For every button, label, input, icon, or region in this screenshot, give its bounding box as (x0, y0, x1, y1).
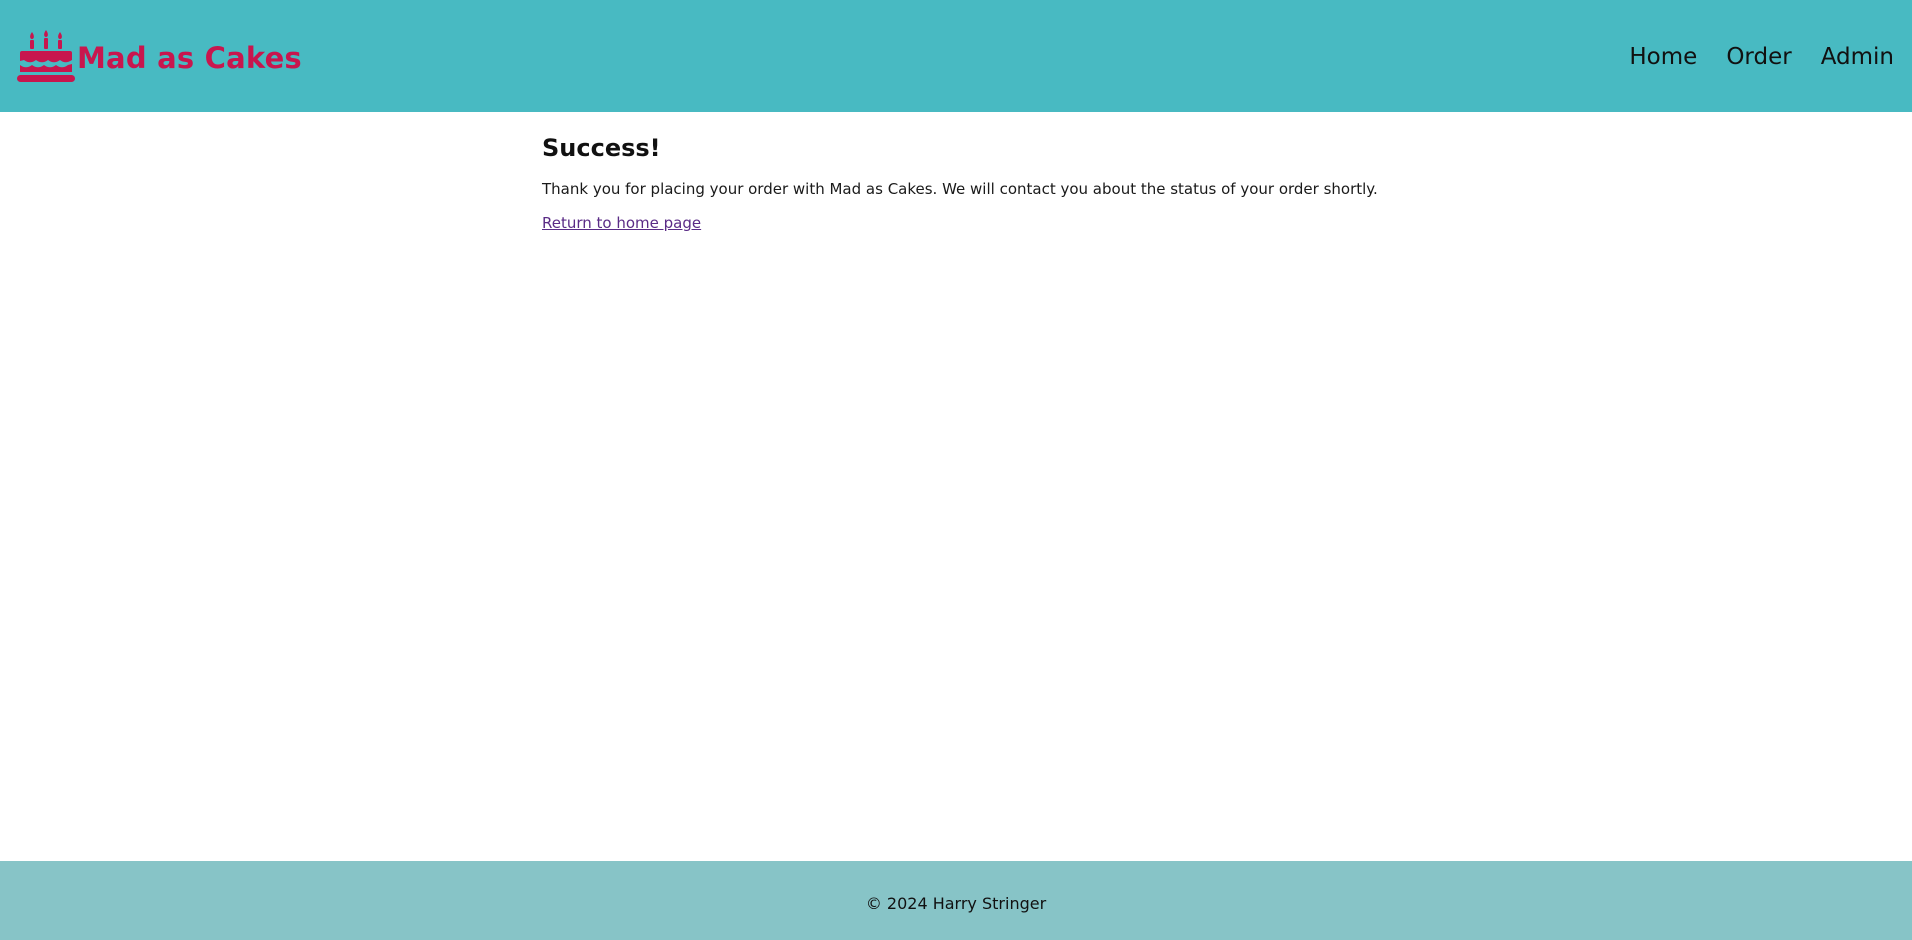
main-content: Success! Thank you for placing your orde… (542, 112, 1442, 233)
brand-logo-link[interactable]: Mad as Cakes (17, 28, 302, 84)
main-nav: Home Order Admin (1629, 44, 1894, 70)
copyright-text: © 2024 Harry Stringer (865, 893, 1047, 913)
page-title: Success! (542, 134, 661, 162)
return-home-link[interactable]: Return to home page (542, 214, 701, 232)
cake-icon (17, 30, 75, 82)
confirmation-message: Thank you for placing your order with Ma… (542, 180, 1378, 198)
site-footer: © 2024 Harry Stringer (0, 861, 1912, 940)
nav-item-admin[interactable]: Admin (1821, 44, 1894, 70)
nav-item-order[interactable]: Order (1726, 44, 1791, 70)
brand-name: Mad as Cakes (77, 41, 302, 75)
site-header: Mad as Cakes Home Order Admin (0, 0, 1912, 112)
nav-item-home[interactable]: Home (1629, 44, 1697, 70)
